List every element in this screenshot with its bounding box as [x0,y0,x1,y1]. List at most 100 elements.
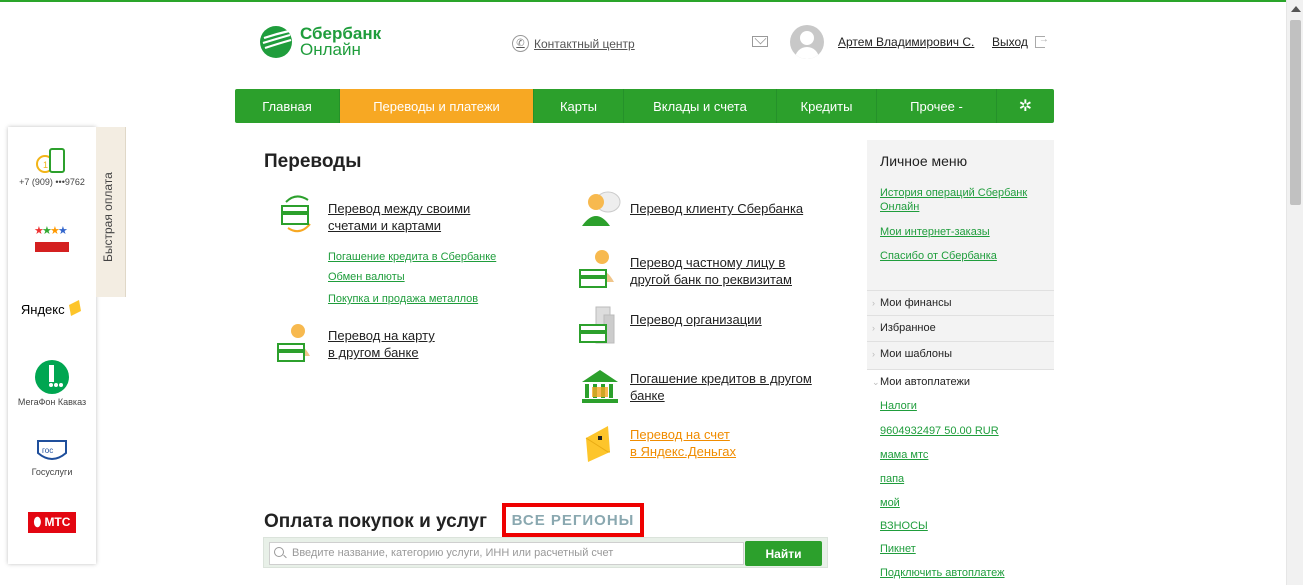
section-favorites-label: Избранное [880,322,936,334]
section-my-finances-label: Мои финансы [880,297,952,309]
section-my-templates-label: Мои шаблоны [880,348,952,360]
nav-item-cards[interactable]: Карты [534,89,624,123]
section-autopay-label: Мои автоплатежи [880,376,971,388]
logout-icon [1034,34,1049,48]
internet-orders-link[interactable]: Мои интернет-заказы [880,226,990,239]
avatar[interactable] [790,25,824,59]
private-other-bank-line2[interactable]: другой банк по реквизитам [630,271,792,288]
own-accounts-link-line2[interactable]: счетами и картами [328,217,470,234]
bank-building-icon [582,370,618,403]
connect-autopay-link[interactable]: Подключить автоплатеж [880,567,1005,579]
top-accent-line [0,0,1287,2]
transfer-private-other-bank[interactable]: Перевод частному лицу в другой банк по р… [578,248,792,290]
transfer-organization[interactable]: Перевод организации [578,305,762,347]
megafon-label: МегаФон Кавказ [17,397,87,407]
transfer-sber-client[interactable]: Перевод клиенту Сбербанка [578,188,803,228]
yandex-logo-text: Яндекс [20,302,65,317]
sberbank-logo-icon [260,26,292,58]
chevron-right-icon: › [872,298,875,308]
payments-heading: Оплата покупок и услуг [264,511,487,532]
history-link-line1[interactable]: История операций Сбербанк [880,187,1027,200]
svg-text:гос: гос [42,446,53,455]
settings-gear-icon[interactable]: ✲ [997,89,1054,123]
page-scrollbar[interactable] [1286,0,1303,585]
quick-pay-tab[interactable]: Быстрая оплата [96,127,126,297]
nav-item-deposits[interactable]: Вклады и счета [624,89,777,123]
organization-building-icon [579,306,615,344]
find-button[interactable]: Найти [745,541,822,566]
yandex-money-wallet-icon [585,426,610,462]
sub-link-credit-sber[interactable]: Погашение кредита в Сбербанке [328,251,496,263]
quick-pay-phone[interactable]: 1 +7 (909) •••9762 [8,147,96,187]
sub-link-metals[interactable]: Покупка и продажа металлов [328,293,478,305]
sub-link-currency-exchange[interactable]: Обмен валюты [328,271,405,283]
quick-pay-yandex[interactable]: Яндекс [8,299,96,317]
chevron-down-icon: ⌄ [872,377,880,387]
transfers-heading: Переводы [264,151,362,172]
quick-pay-panel: 1 +7 (909) •••9762 ★ ★ ★ ★ Яндекс МегаФо… [8,127,96,564]
logo-text-online: Онлайн [300,40,361,59]
nav-item-credits[interactable]: Кредиты [777,89,877,123]
logout-label: Выход [992,35,1028,49]
autopay-item[interactable]: 9604932497 50.00 RUR [880,425,999,437]
quick-pay-mts[interactable]: ⬮ МТС [8,512,96,533]
quick-pay-gosuslugi[interactable]: гос Госуслуги [8,437,96,477]
own-accounts-link-line1[interactable]: Перевод между своими [328,200,470,217]
megafon-logo-icon [35,360,69,394]
yandex-money-line1[interactable]: Перевод на счет [630,426,736,443]
quick-pay-detskiy-mir[interactable]: ★ ★ ★ ★ [8,222,96,258]
transfer-yandex-money[interactable]: Перевод на счет в Яндекс.Деньгах [578,422,736,464]
yandex-money-line2[interactable]: в Яндекс.Деньгах [630,443,736,460]
personal-menu: Личное меню История операций Сбербанк Он… [867,140,1054,585]
mts-label: МТС [44,515,71,529]
nav-item-transfers-payments[interactable]: Переводы и платежи [340,89,534,123]
autopay-item[interactable]: Пикнет [880,543,916,555]
quick-pay-tab-label: Быстрая оплата [101,172,115,262]
card-other-bank-line2[interactable]: в другом банке [328,344,435,361]
section-my-templates[interactable]: › Мои шаблоны [867,341,1054,366]
scroll-up-arrow-icon[interactable] [1291,6,1301,12]
quick-pay-megafon[interactable]: МегаФон Кавказ [8,359,96,407]
transfer-card-other-bank[interactable]: Перевод на карту в другом банке [276,322,435,364]
private-other-bank-line1[interactable]: Перевод частному лицу в [630,254,792,271]
contact-center-link[interactable]: ✆ Контактный центр [512,35,635,52]
spasibo-link[interactable]: Спасибо от Сбербанка [880,250,997,263]
sberbank-logo[interactable]: Сбербанк Онлайн [258,24,381,60]
autopay-item[interactable]: мой [880,497,900,509]
organization-link[interactable]: Перевод организации [630,311,762,328]
autopay-item[interactable]: папа [880,473,904,485]
own-accounts-transfer-icon [281,195,311,233]
credit-other-bank-line1[interactable]: Погашение кредитов в другом [630,370,812,387]
chevron-right-icon: › [872,349,875,359]
autopay-item[interactable]: Налоги [880,400,917,412]
detskiy-mir-logo-icon: ★ ★ ★ ★ [34,224,69,252]
transfer-credit-other-bank[interactable]: Погашение кредитов в другом банке [578,366,812,408]
phone-icon: ✆ [512,35,529,52]
credit-other-bank-line2[interactable]: банке [630,387,812,404]
mail-icon[interactable] [752,36,768,47]
yandex-wallet-icon [69,300,82,316]
section-my-finances[interactable]: › Мои финансы [867,290,1054,315]
card-other-bank-line1[interactable]: Перевод на карту [328,327,435,344]
mobile-phone-icon: 1 [36,148,65,173]
nav-item-home[interactable]: Главная [235,89,340,123]
all-regions-label: ВСЕ РЕГИОНЫ [511,511,635,529]
section-autopay-header[interactable]: ⌄ Мои автоплатежи [867,370,1054,395]
section-favorites[interactable]: › Избранное [867,315,1054,340]
card-other-bank-icon [277,324,310,362]
scroll-thumb[interactable] [1290,20,1301,205]
autopay-item[interactable]: мама мтс [880,449,928,461]
svg-text:★: ★ [58,224,68,237]
logout-link[interactable]: Выход [992,34,1049,49]
sber-client-link[interactable]: Перевод клиенту Сбербанка [630,200,803,217]
history-link-line2[interactable]: Онлайн [880,201,919,214]
payment-search-input[interactable]: Введите название, категорию услуги, ИНН … [269,542,744,565]
gosuslugi-logo-icon: гос [37,440,67,460]
username-link[interactable]: Артем Владимирович С. [838,35,974,49]
all-regions-selector[interactable]: ВСЕ РЕГИОНЫ [502,503,644,537]
autopay-section: ⌄ Мои автоплатежи Налоги 9604932497 50.0… [867,369,1054,585]
autopay-item[interactable]: ВЗНОСЫ [880,520,928,532]
nav-item-other[interactable]: Прочее - [877,89,997,123]
transfer-own-accounts[interactable]: Перевод между своими счетами и картами [276,194,470,234]
personal-menu-title: Личное меню [880,153,968,169]
